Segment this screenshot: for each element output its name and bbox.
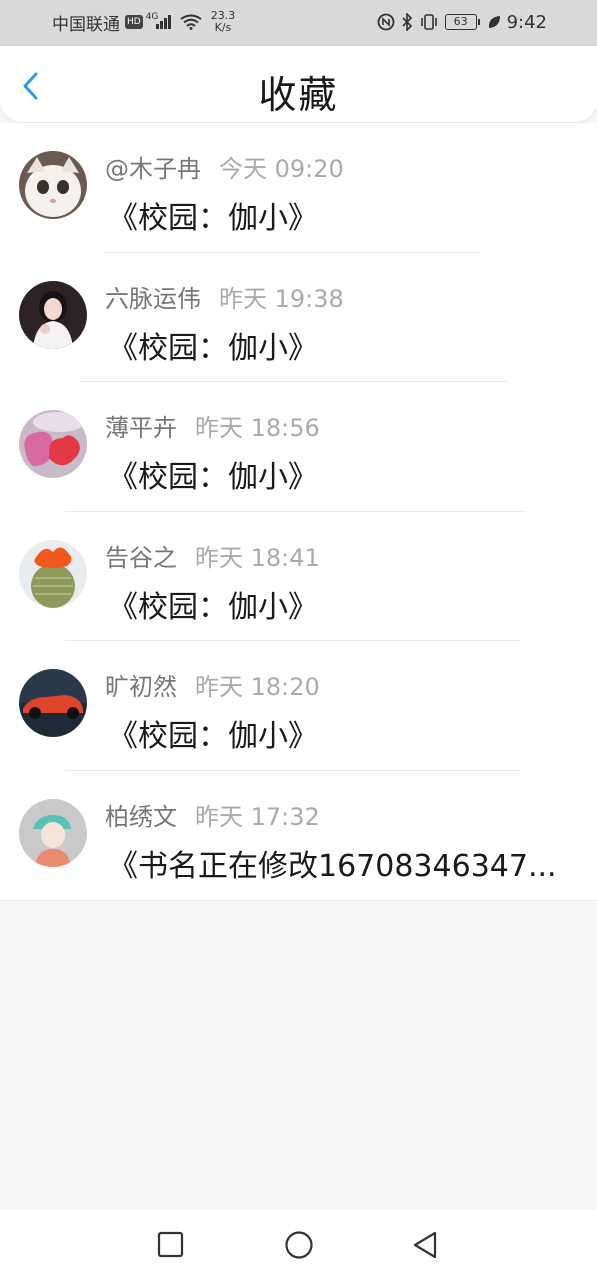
avatar xyxy=(19,410,87,479)
avatar xyxy=(19,539,87,608)
hd-badge: HD xyxy=(125,15,143,29)
list-item[interactable]: 旷初然 昨天 18:20 《校园：伽小》 xyxy=(0,641,597,771)
item-time: 昨天 18:41 xyxy=(195,543,320,572)
avatar xyxy=(19,669,87,738)
avatar xyxy=(19,151,87,219)
nfc-icon xyxy=(377,13,394,31)
item-time: 昨天 19:38 xyxy=(219,284,344,313)
list-item[interactable]: 柏绣文 昨天 17:32 《书名正在修改16708346347... xyxy=(0,771,597,901)
item-time: 今天 09:20 xyxy=(219,155,344,183)
triangle-back-icon xyxy=(413,1231,437,1259)
square-icon xyxy=(157,1231,184,1258)
item-author: 薄平卉 昨天 18:56 xyxy=(105,408,320,443)
network-speed: 23.3 K/s xyxy=(211,10,236,34)
author-name: 柏绣文 xyxy=(105,802,177,831)
favorites-list: @木子冉 今天 09:20 《校园：伽小》 六脉运伟 昨天 19:38 《校园：伽小… xyxy=(0,123,597,901)
item-title: 《校园：伽小》 xyxy=(108,330,318,366)
item-title: 《校园：伽小》 xyxy=(108,460,318,496)
divider xyxy=(0,899,597,901)
author-name: 薄平卉 xyxy=(105,414,177,443)
battery-icon: 63 xyxy=(444,14,480,30)
circle-icon xyxy=(285,1231,313,1259)
avatar xyxy=(19,280,87,349)
list-item[interactable]: @木子冉 今天 09:20 《校园：伽小》 xyxy=(0,123,597,253)
author-name: @木子冉 xyxy=(105,155,201,183)
item-time: 昨天 18:20 xyxy=(195,673,320,702)
item-time: 昨天 17:32 xyxy=(195,802,320,831)
status-right: 63 9:42 xyxy=(377,10,547,34)
bluetooth-icon xyxy=(402,13,412,31)
list-item[interactable]: 告谷之 昨天 18:41 《校园：伽小》 xyxy=(0,512,597,642)
list-item[interactable]: 六脉运伟 昨天 19:38 《校园：伽小》 xyxy=(0,253,597,383)
list-item[interactable]: 薄平卉 昨天 18:56 《校园：伽小》 xyxy=(0,382,597,512)
cellular-signal-icon: 4G xyxy=(145,12,171,29)
carrier-name: 中国联通 xyxy=(52,14,120,35)
item-author: 告谷之 昨天 18:41 xyxy=(105,538,320,573)
author-name: 六脉运伟 xyxy=(105,284,201,313)
back-nav-button[interactable] xyxy=(408,1228,442,1262)
home-button[interactable] xyxy=(282,1228,316,1262)
clock-time: 9:42 xyxy=(506,11,547,33)
leaf-icon xyxy=(488,16,500,28)
page-title: 收藏 xyxy=(258,73,339,117)
header-bar: 收藏 xyxy=(0,46,597,122)
item-author: @木子冉 今天 09:20 xyxy=(105,149,344,184)
system-nav-bar xyxy=(0,1210,597,1280)
item-time: 昨天 18:56 xyxy=(195,414,320,443)
status-left: 中国联通 HD 4G 23.3 K/s xyxy=(52,10,236,35)
item-author: 柏绣文 昨天 17:32 xyxy=(105,797,320,832)
item-author: 六脉运伟 昨天 19:38 xyxy=(105,279,344,314)
network-type: 4G xyxy=(145,12,159,22)
item-title: 《校园：伽小》 xyxy=(108,201,318,236)
author-name: 告谷之 xyxy=(105,543,177,572)
wifi-icon xyxy=(180,14,202,30)
avatar xyxy=(19,798,87,867)
item-title: 《校园：伽小》 xyxy=(108,589,318,625)
item-author: 旷初然 昨天 18:20 xyxy=(105,667,320,702)
recent-apps-button[interactable] xyxy=(154,1228,188,1262)
vibrate-icon xyxy=(420,14,437,30)
item-title: 《校园：伽小》 xyxy=(108,719,318,755)
author-name: 旷初然 xyxy=(105,673,177,702)
item-title: 《书名正在修改16708346347... xyxy=(108,848,557,884)
status-bar: 中国联通 HD 4G 23.3 K/s 63 9:42 xyxy=(0,0,597,46)
speed-unit: K/s xyxy=(214,21,232,34)
